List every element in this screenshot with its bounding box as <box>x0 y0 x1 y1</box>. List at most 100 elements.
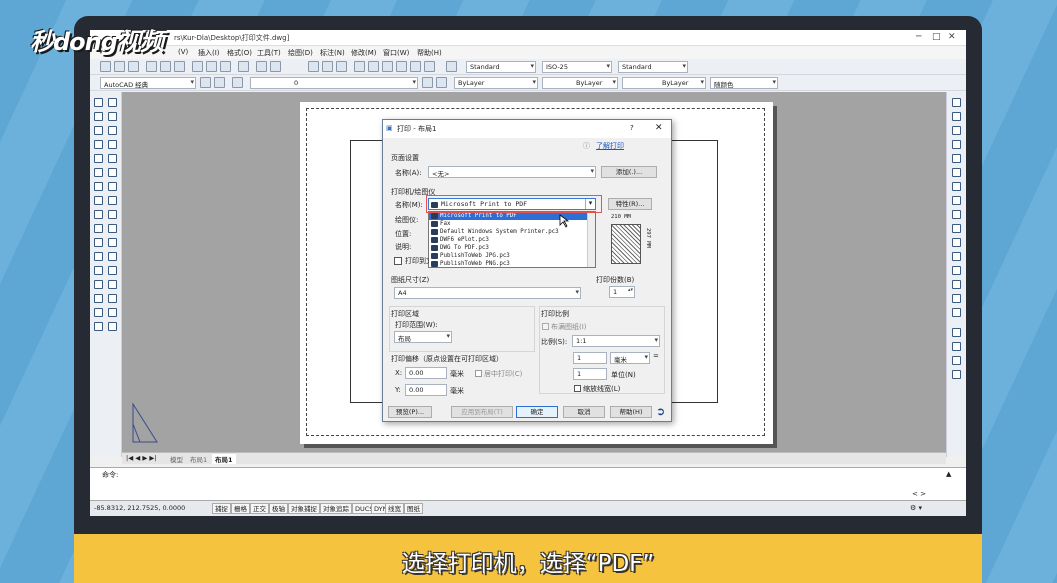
printer-option[interactable]: DWG To PDF.pc3 <box>429 244 587 252</box>
properties-icon[interactable] <box>354 61 365 72</box>
tool-icon[interactable] <box>108 252 117 261</box>
maximize-icon[interactable]: □ <box>932 32 941 42</box>
lineweight-combo[interactable]: ByLayer ▾ <box>622 77 706 89</box>
tool-icon[interactable] <box>108 308 117 317</box>
trim-tool-icon[interactable] <box>952 224 961 233</box>
center-plot-checkbox[interactable] <box>475 370 482 377</box>
status-lwt[interactable]: 线宽 <box>385 503 404 514</box>
spline-tool-icon[interactable] <box>94 210 103 219</box>
help-icon[interactable] <box>446 61 457 72</box>
print-to-file-checkbox[interactable] <box>394 257 402 265</box>
scale-lineweights-checkbox[interactable] <box>574 385 581 392</box>
break-tool-icon[interactable] <box>952 252 961 261</box>
pan-icon[interactable] <box>308 61 319 72</box>
ok-button[interactable]: 确定 <box>516 406 558 418</box>
publish-icon[interactable] <box>174 61 185 72</box>
layer-previous-icon[interactable] <box>436 77 447 88</box>
designcenter-icon[interactable] <box>368 61 379 72</box>
printer-properties-button[interactable]: 特性(R)... <box>608 198 652 210</box>
save-icon[interactable] <box>128 61 139 72</box>
tool-icon[interactable] <box>108 210 117 219</box>
copies-input[interactable]: 1 ▴▾ <box>609 286 635 298</box>
tool-icon[interactable] <box>108 280 117 289</box>
help-icon[interactable]: ? <box>630 124 634 132</box>
menu-insert[interactable]: 插入(I) <box>198 48 220 58</box>
tool-icon[interactable] <box>952 370 961 379</box>
tool-icon[interactable] <box>952 328 961 337</box>
paper-size-select[interactable]: A4 ▾ <box>394 287 581 299</box>
tool-icon[interactable] <box>108 294 117 303</box>
status-grid[interactable]: 栅格 <box>231 503 250 514</box>
tool-icon[interactable] <box>108 126 117 135</box>
workspace-settings-icon[interactable] <box>200 77 211 88</box>
dropdown-scrollbar[interactable] <box>587 212 595 267</box>
mirror-tool-icon[interactable] <box>952 126 961 135</box>
rotate-tool-icon[interactable] <box>952 182 961 191</box>
mtext-tool-icon[interactable] <box>94 308 103 317</box>
ellipse-tool-icon[interactable] <box>94 224 103 233</box>
copy-tool-icon[interactable] <box>952 112 961 121</box>
tab-layout-1[interactable]: 布局1 <box>190 454 207 464</box>
cancel-button[interactable]: 取消 <box>563 406 605 418</box>
rectangle-tool-icon[interactable] <box>94 154 103 163</box>
join-tool-icon[interactable] <box>952 266 961 275</box>
xline-tool-icon[interactable] <box>94 112 103 121</box>
zoom-icon[interactable] <box>322 61 333 72</box>
printer-option[interactable]: Default Windows System Printer.pc3 <box>429 228 587 236</box>
menu-tools[interactable]: 工具(T) <box>257 48 281 58</box>
tool-icon[interactable] <box>108 98 117 107</box>
layer-manager-icon[interactable] <box>214 77 225 88</box>
status-polar[interactable]: 极轴 <box>269 503 288 514</box>
layer-icon[interactable] <box>232 77 243 88</box>
cut-icon[interactable] <box>192 61 203 72</box>
tray-settings-icon[interactable]: ⚙ ▾ <box>910 504 922 512</box>
tool-icon[interactable] <box>108 140 117 149</box>
fit-to-paper-checkbox[interactable] <box>542 323 549 330</box>
plotstyle-combo[interactable]: 随颜色 ▾ <box>710 77 778 89</box>
apply-to-layout-button[interactable]: 应用到布局(T) <box>451 406 513 418</box>
close-icon[interactable]: ✕ <box>655 123 663 133</box>
tab-model[interactable]: 模型 <box>170 454 183 464</box>
text-style-combo[interactable]: Standard ▾ <box>466 61 536 73</box>
tool-icon[interactable] <box>108 224 117 233</box>
menu-dimension[interactable]: 标注(N) <box>320 48 345 58</box>
tool-icon[interactable] <box>108 154 117 163</box>
explode-tool-icon[interactable] <box>952 308 961 317</box>
scale-tool-icon[interactable] <box>952 196 961 205</box>
add-page-setup-button[interactable]: 添加(.)... <box>601 166 657 178</box>
scroll-up-icon[interactable]: ▲ <box>946 470 951 478</box>
paste-icon[interactable] <box>220 61 231 72</box>
stretch-tool-icon[interactable] <box>952 210 961 219</box>
toolpalette-icon[interactable] <box>382 61 393 72</box>
point-tool-icon[interactable] <box>94 252 103 261</box>
block-tool-icon[interactable] <box>94 238 103 247</box>
markup-icon[interactable] <box>410 61 421 72</box>
tool-icon[interactable] <box>108 112 117 121</box>
arc-tool-icon[interactable] <box>94 168 103 177</box>
plot-range-select[interactable]: 布局 ▾ <box>394 331 452 343</box>
expand-arrow-icon[interactable]: ➲ <box>656 405 665 418</box>
tab-layout-active[interactable]: 布局1 <box>212 454 236 464</box>
spinner-icon[interactable]: ▴▾ <box>628 287 633 293</box>
menu-help[interactable]: 帮助(H) <box>417 48 442 58</box>
tool-icon[interactable] <box>108 196 117 205</box>
line-tool-icon[interactable] <box>94 98 103 107</box>
offset-x-input[interactable]: 0.00 <box>405 367 447 379</box>
printer-option[interactable]: PublishToWeb JPG.pc3 <box>429 252 587 260</box>
page-setup-select[interactable]: <无> ▾ <box>428 166 596 178</box>
hatch-tool-icon[interactable] <box>94 266 103 275</box>
menu-draw[interactable]: 绘图(D) <box>288 48 313 58</box>
menu-modify[interactable]: 修改(M) <box>351 48 377 58</box>
help-button[interactable]: 帮助(H) <box>610 406 652 418</box>
tab-nav-icons[interactable]: |◀ ◀ ▶ ▶| <box>126 454 157 462</box>
preview-button[interactable]: 预览(P)... <box>388 406 432 418</box>
tool-icon[interactable] <box>108 266 117 275</box>
layer-combo[interactable]: 0 ▾ <box>250 77 418 89</box>
scale-paper-input[interactable]: 1 <box>573 352 607 364</box>
preview-icon[interactable] <box>160 61 171 72</box>
learn-plot-link[interactable]: 了解打印 <box>596 141 624 151</box>
erase-tool-icon[interactable] <box>952 98 961 107</box>
printer-option[interactable]: DWF6 ePlot.pc3 <box>429 236 587 244</box>
status-paper[interactable]: 图纸 <box>404 503 423 514</box>
menu-format[interactable]: 格式(O) <box>227 48 252 58</box>
